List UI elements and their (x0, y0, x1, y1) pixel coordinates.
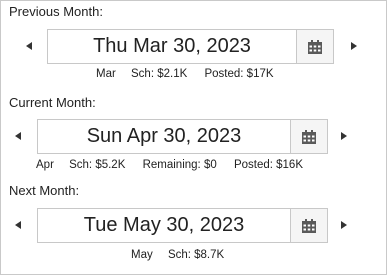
calendar-icon (308, 39, 322, 54)
previous-month-date-input[interactable]: Thu Mar 30, 2023 (48, 30, 296, 63)
current-month-calendar-button[interactable] (290, 120, 327, 153)
next-month-name: May (131, 249, 153, 261)
current-month-name: Apr (36, 159, 54, 171)
next-month-prev-button[interactable] (10, 215, 26, 235)
caret-right-icon (341, 221, 347, 229)
previous-month-name: Mar (96, 68, 116, 80)
next-month-date-picker: Tue May 30, 2023 (37, 208, 328, 243)
next-month-calendar-button[interactable] (290, 209, 327, 242)
current-month-prev-button[interactable] (10, 126, 26, 146)
caret-left-icon (15, 132, 21, 140)
current-month-date-picker: Sun Apr 30, 2023 (37, 119, 328, 154)
previous-month-summary: Mar Sch: $2.1K Posted: $17K (96, 68, 274, 80)
calendar-icon (302, 218, 316, 233)
next-month-summary: May Sch: $8.7K (131, 249, 224, 261)
current-month-date-input[interactable]: Sun Apr 30, 2023 (38, 120, 290, 153)
caret-right-icon (341, 132, 347, 140)
current-month-remaining: Remaining: $0 (142, 159, 217, 171)
caret-left-icon (15, 221, 21, 229)
current-month-sch: Sch: $5.2K (69, 159, 126, 171)
caret-right-icon (351, 42, 357, 50)
current-month-summary: Apr Sch: $5.2K Remaining: $0 Posted: $16… (36, 159, 303, 171)
previous-month-next-button[interactable] (346, 36, 362, 56)
previous-month-calendar-button[interactable] (296, 30, 333, 63)
previous-month-sch: Sch: $2.1K (131, 68, 188, 80)
next-month-label: Next Month: (9, 183, 80, 198)
current-month-label: Current Month: (9, 95, 96, 110)
previous-month-date-picker: Thu Mar 30, 2023 (47, 29, 334, 64)
caret-left-icon (26, 42, 32, 50)
previous-month-prev-button[interactable] (21, 36, 37, 56)
calendar-icon (302, 129, 316, 144)
next-month-sch: Sch: $8.7K (167, 249, 225, 261)
previous-month-label: Previous Month: (9, 4, 103, 19)
current-month-next-button[interactable] (336, 126, 352, 146)
next-month-date-input[interactable]: Tue May 30, 2023 (38, 209, 290, 242)
current-month-posted: Posted: $16K (233, 159, 303, 171)
next-month-next-button[interactable] (336, 215, 352, 235)
previous-month-posted: Posted: $17K (204, 68, 274, 80)
